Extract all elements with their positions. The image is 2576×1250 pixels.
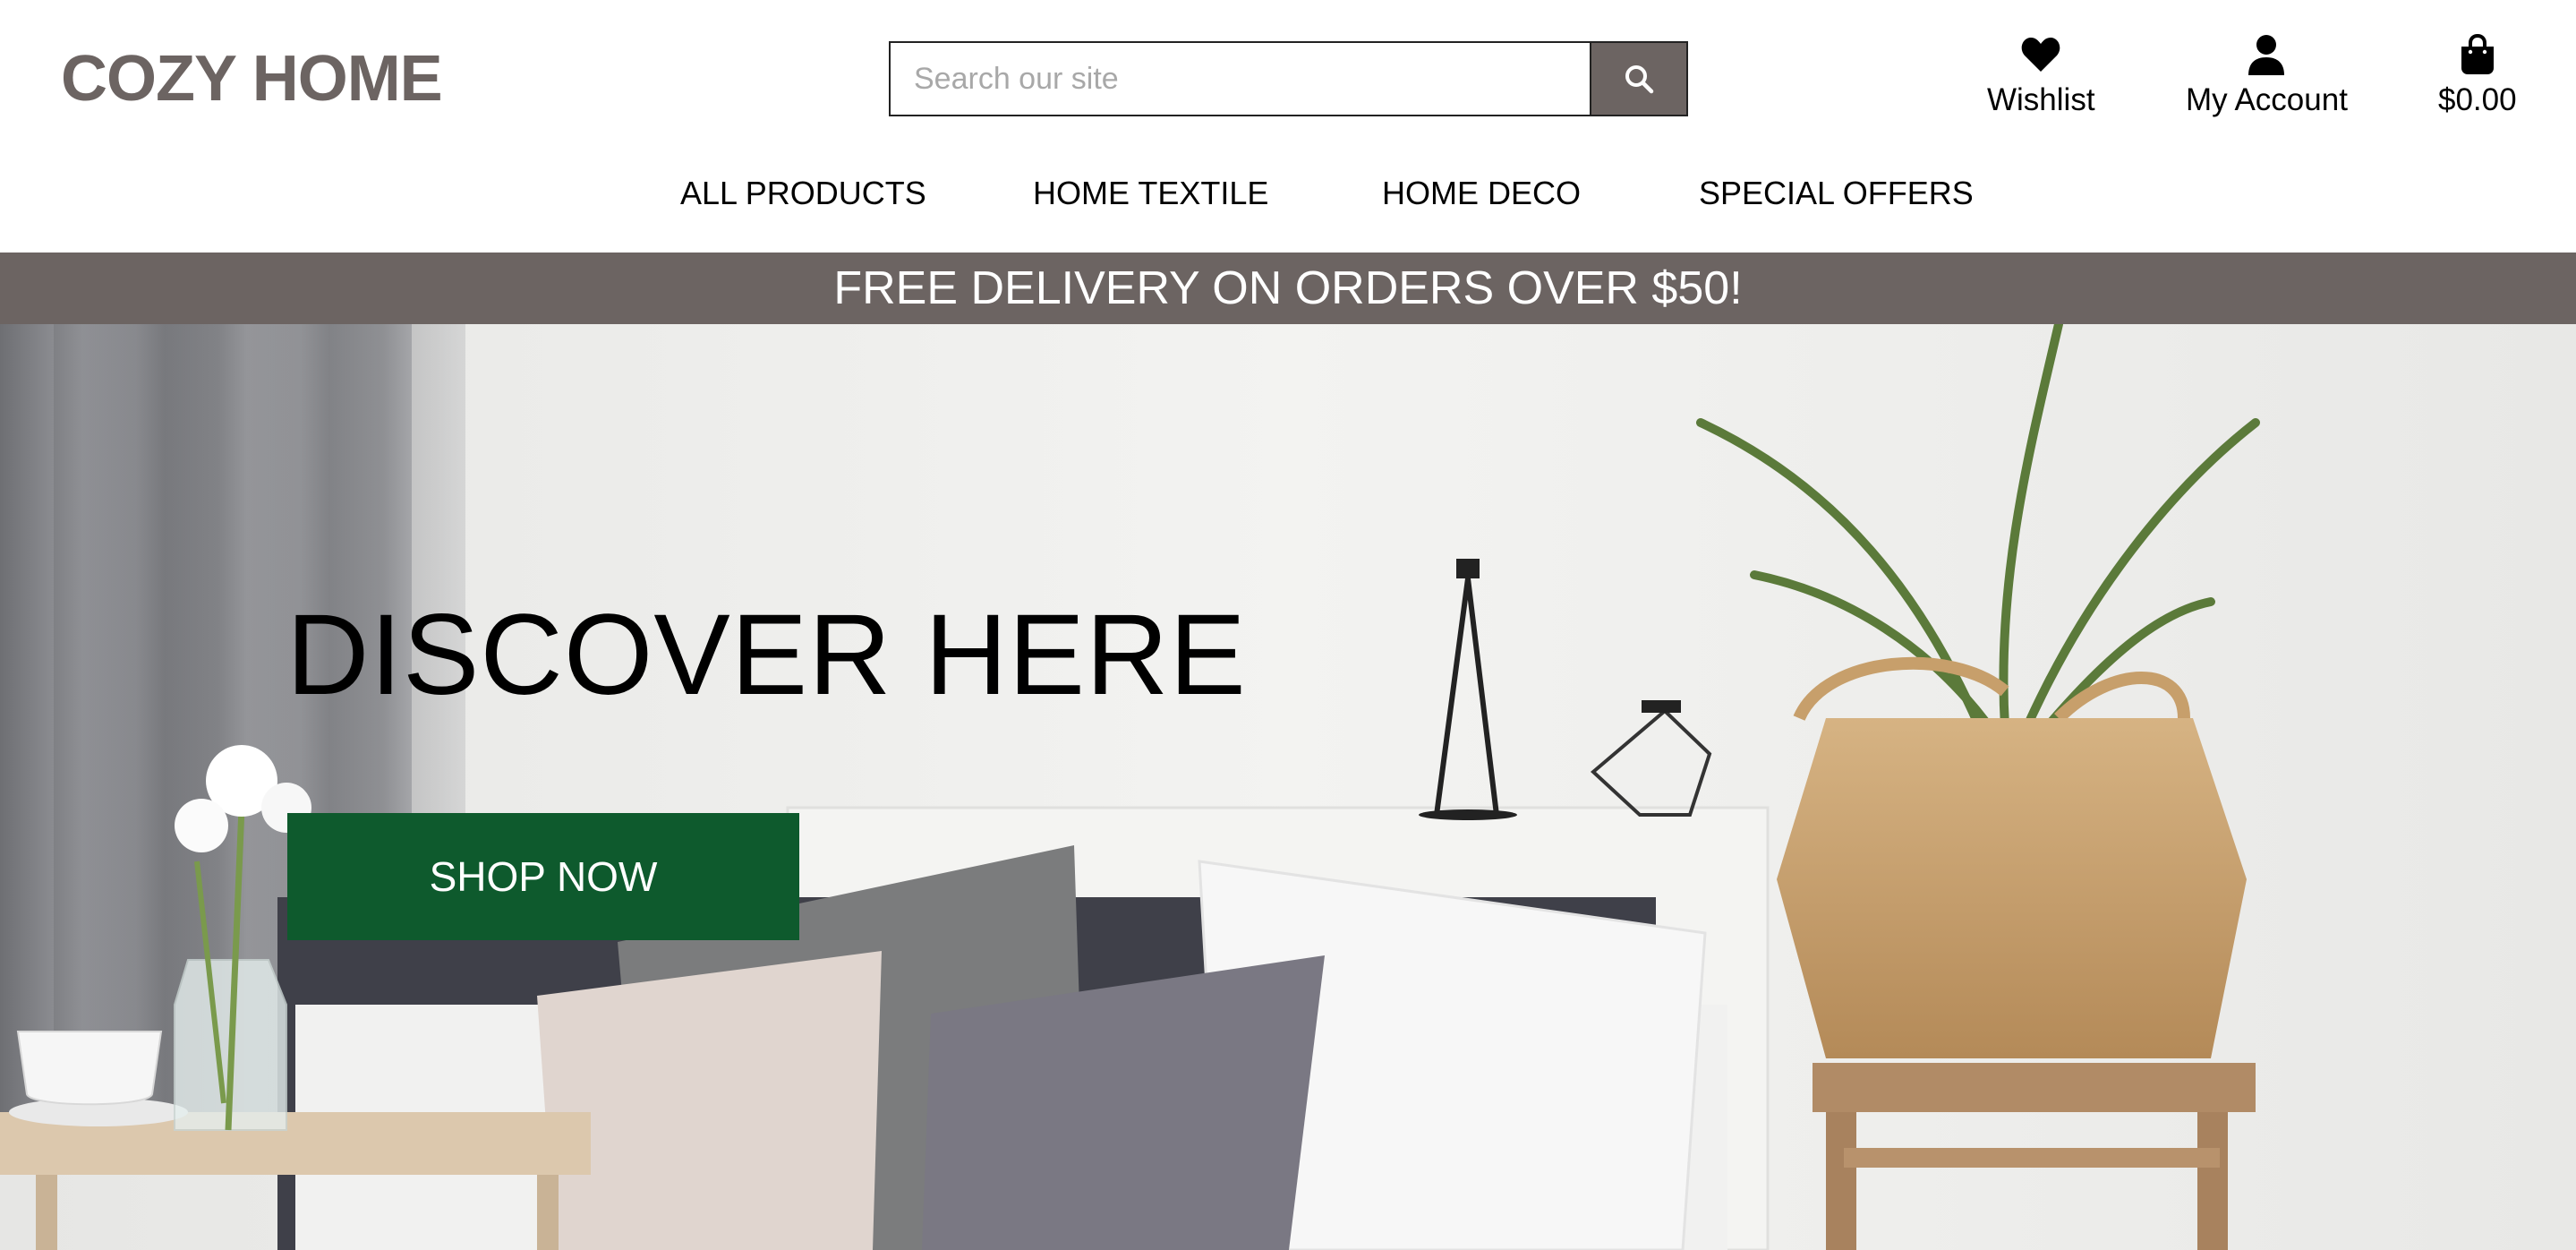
shopping-bag-icon bbox=[2461, 34, 2494, 74]
search-input[interactable] bbox=[891, 43, 1590, 115]
promo-banner: FREE DELIVERY ON ORDERS OVER $50! bbox=[0, 253, 2576, 324]
search-button[interactable] bbox=[1590, 43, 1686, 115]
shop-now-button[interactable]: SHOP NOW bbox=[287, 813, 799, 940]
wishlist-link[interactable]: Wishlist bbox=[1987, 32, 2095, 118]
promo-banner-text: FREE DELIVERY ON ORDERS OVER $50! bbox=[833, 262, 1743, 314]
my-account-link[interactable]: My Account bbox=[2186, 32, 2348, 118]
heart-icon bbox=[2021, 38, 2060, 72]
hero-background-image bbox=[0, 324, 2576, 1250]
nav-item-special-offers[interactable]: SPECIAL OFFERS bbox=[1699, 175, 1974, 212]
hero-section: DISCOVER HERE SHOP NOW bbox=[0, 324, 2576, 1250]
user-icon bbox=[2248, 35, 2285, 75]
nav-item-home-textile[interactable]: HOME TEXTILE bbox=[1033, 175, 1268, 212]
hero-title: DISCOVER HERE bbox=[286, 591, 1247, 719]
my-account-label: My Account bbox=[2186, 82, 2348, 117]
shopping-bag-link[interactable]: $0.00 bbox=[2438, 32, 2517, 118]
wishlist-label: Wishlist bbox=[1987, 82, 2095, 117]
cart-total: $0.00 bbox=[2438, 82, 2517, 117]
site-logo[interactable]: COZY HOME bbox=[61, 39, 443, 118]
search-icon bbox=[1625, 65, 1654, 94]
nav-item-all-products[interactable]: ALL PRODUCTS bbox=[680, 175, 926, 212]
main-nav: ALL PRODUCTS HOME TEXTILE HOME DECO SPEC… bbox=[0, 175, 2576, 221]
nav-item-home-deco[interactable]: HOME DECO bbox=[1382, 175, 1581, 212]
search-form bbox=[889, 41, 1688, 116]
